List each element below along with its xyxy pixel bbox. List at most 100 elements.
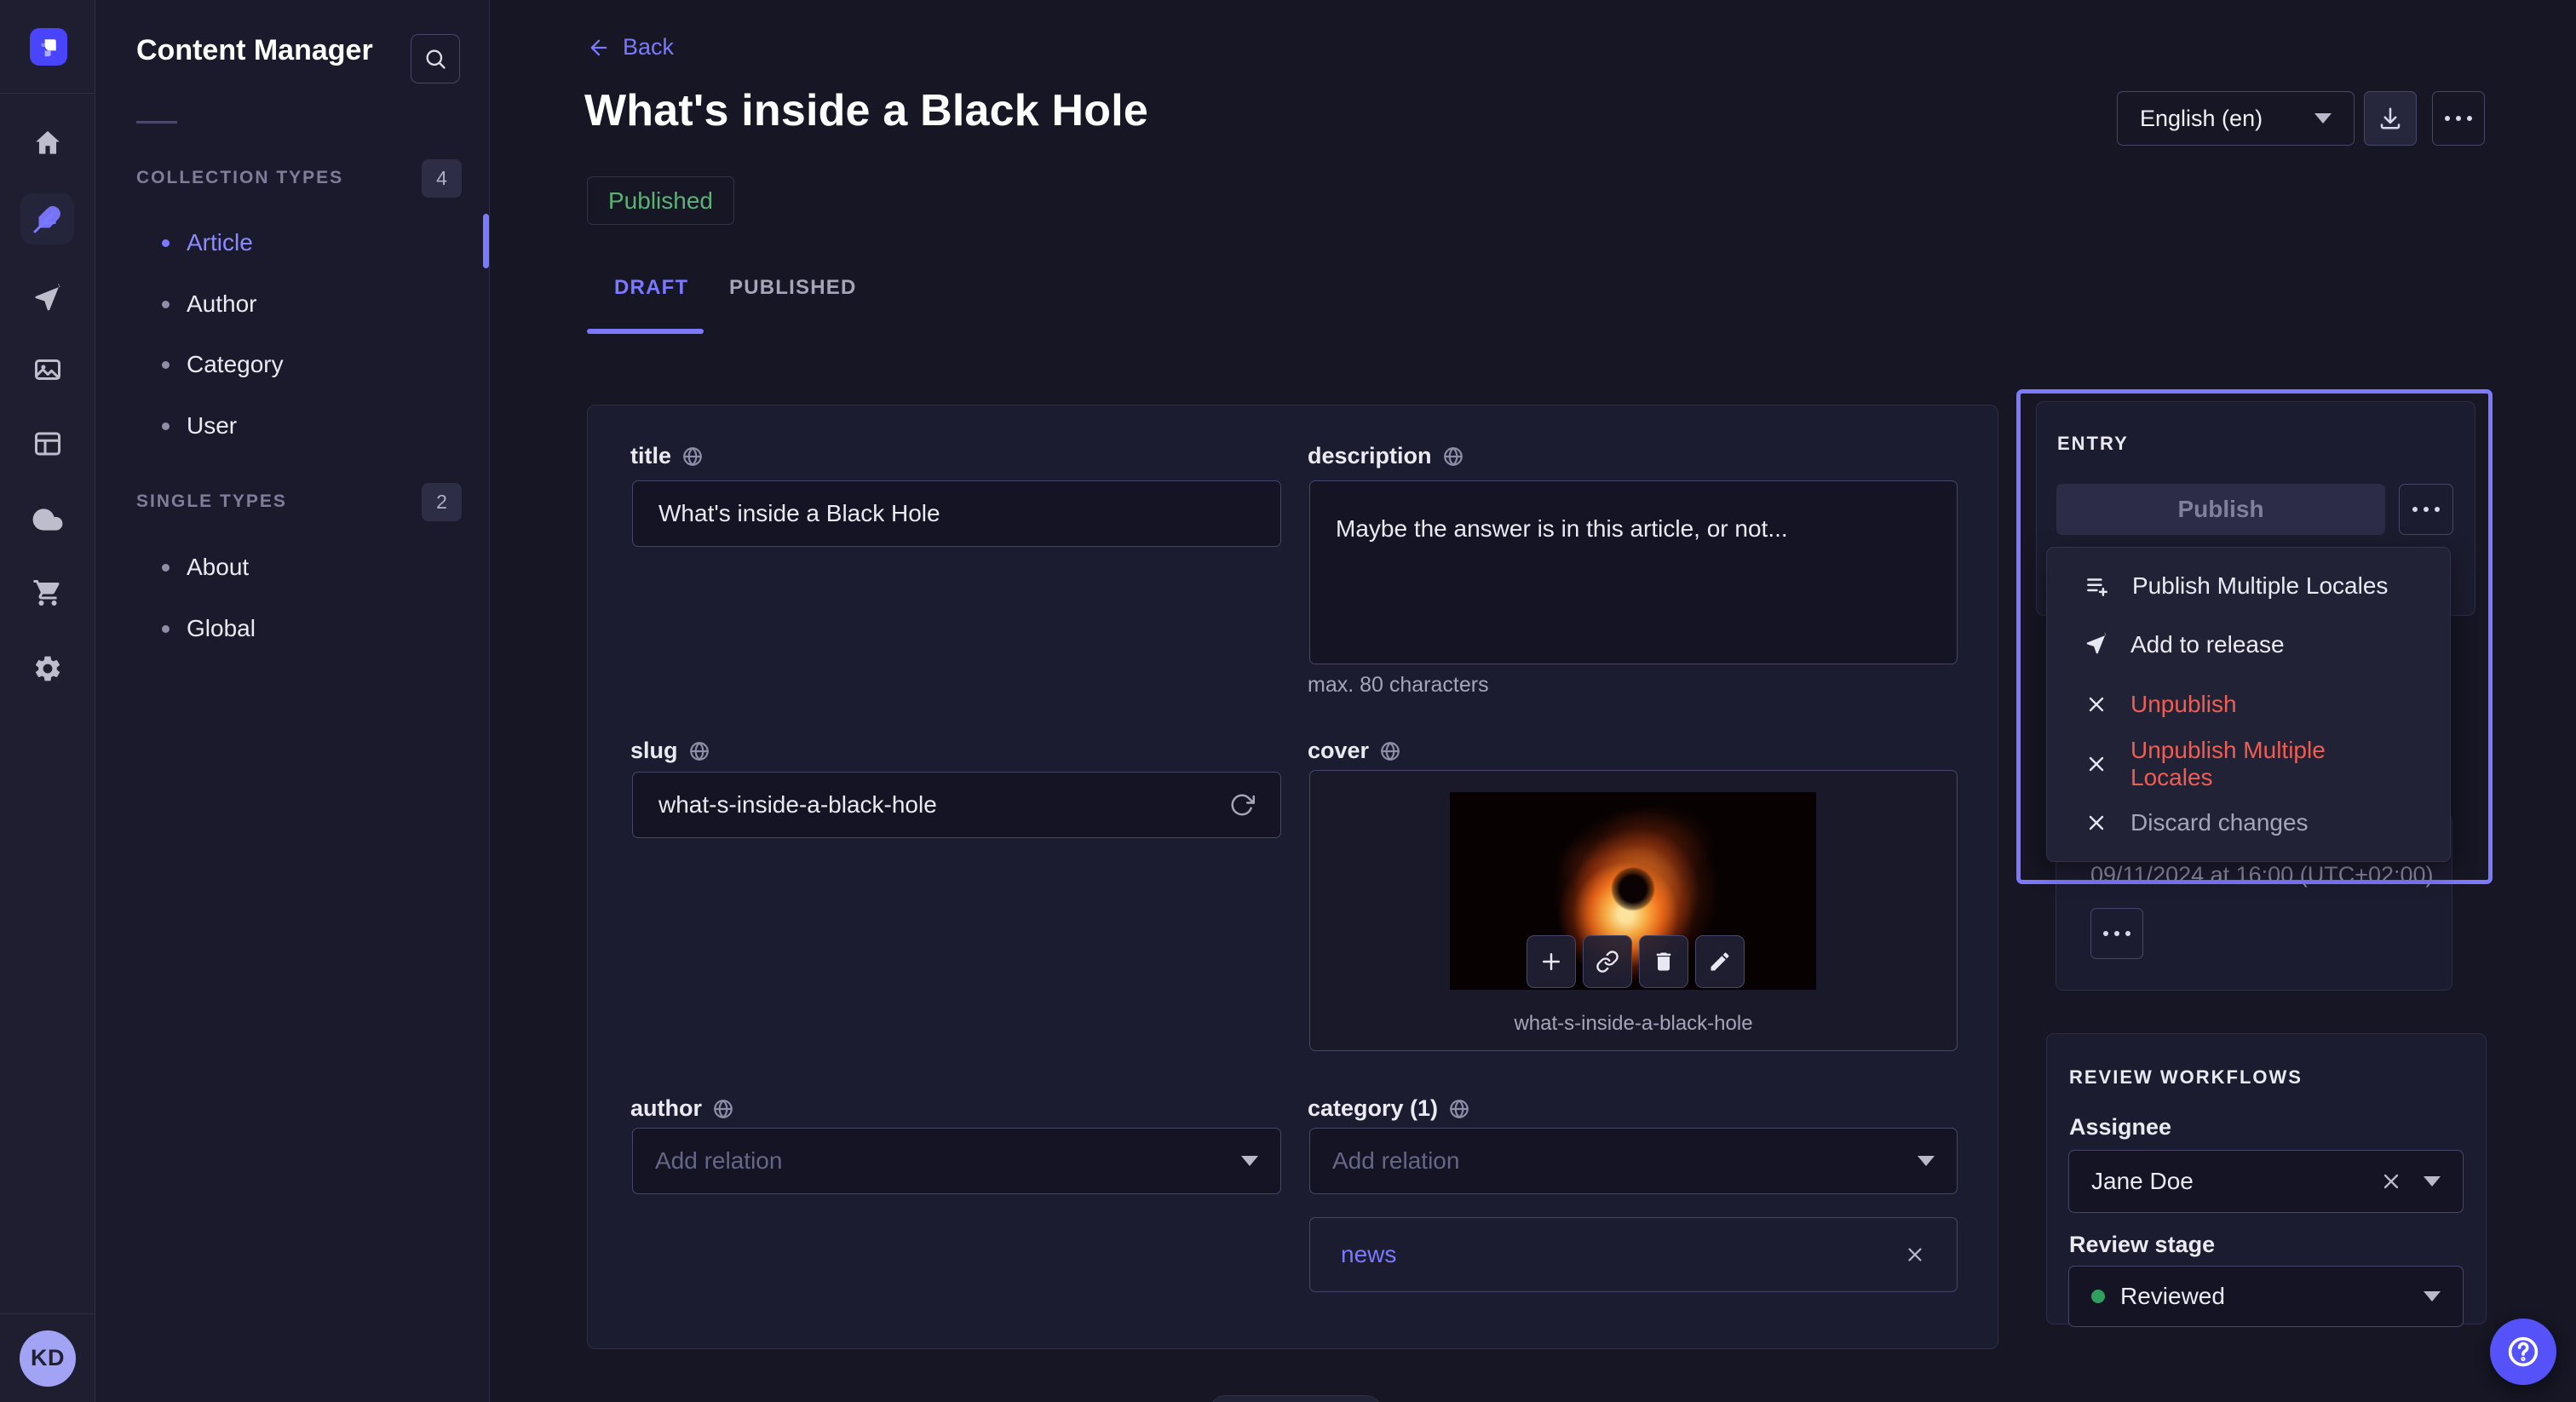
add-asset-button[interactable]	[1527, 935, 1576, 988]
rail-content-type-builder-button[interactable]	[0, 418, 95, 469]
sidebar-item-about[interactable]: About	[95, 537, 490, 598]
cloud-icon	[32, 503, 64, 536]
strapi-logo-icon	[36, 34, 61, 60]
header-more-button[interactable]	[2432, 91, 2485, 146]
publish-button[interactable]: Publish	[2056, 484, 2385, 535]
rail-deploy-button[interactable]	[0, 494, 95, 545]
globe-icon	[712, 1098, 734, 1120]
description-field-label: description	[1308, 443, 1464, 469]
rail-footer: KD	[0, 1313, 95, 1402]
paper-plane-icon	[32, 284, 63, 314]
rail-media-library-button[interactable]	[0, 344, 95, 395]
bullet-icon	[162, 239, 170, 247]
globe-icon	[1442, 445, 1464, 468]
user-avatar[interactable]: KD	[20, 1330, 76, 1387]
field-label-text: slug	[630, 738, 678, 764]
review-stage-select[interactable]: Reviewed	[2068, 1266, 2464, 1327]
author-relation-select[interactable]: Add relation	[632, 1128, 1281, 1194]
edit-asset-button[interactable]	[1695, 935, 1745, 988]
slug-input[interactable]: what-s-inside-a-black-hole	[632, 772, 1281, 838]
menu-item-label: Publish Multiple Locales	[2132, 572, 2388, 600]
nav-item-label: Article	[187, 229, 253, 256]
cover-field: what-s-inside-a-black-hole	[1309, 770, 1958, 1051]
globe-icon	[688, 740, 710, 762]
strapi-logo[interactable]	[30, 28, 67, 66]
category-relation-select[interactable]: Add relation	[1309, 1128, 1958, 1194]
entry-heading: ENTRY	[2057, 433, 2129, 455]
chevron-down-icon	[2424, 1291, 2441, 1301]
chevron-down-icon	[2424, 1176, 2441, 1187]
field-label-text: category (1)	[1308, 1095, 1438, 1122]
clear-assignee-button[interactable]	[2379, 1169, 2403, 1193]
help-button[interactable]	[2490, 1319, 2556, 1385]
delete-asset-button[interactable]	[1639, 935, 1688, 988]
menu-item-publish-multiple-locales[interactable]: Publish Multiple Locales	[2047, 556, 2450, 616]
bullet-icon	[162, 564, 170, 572]
scheduled-more-button[interactable]	[2090, 908, 2143, 959]
title-input-value: What's inside a Black Hole	[658, 500, 940, 527]
rail-settings-button[interactable]	[0, 643, 95, 694]
help-icon	[2504, 1333, 2542, 1370]
locale-select[interactable]: English (en)	[2117, 91, 2355, 146]
close-icon	[1904, 1244, 1926, 1266]
bullet-icon	[162, 301, 170, 308]
menu-item-unpublish-multiple-locales[interactable]: Unpublish Multiple Locales	[2047, 734, 2450, 794]
gear-icon	[32, 653, 63, 684]
back-label: Back	[623, 34, 674, 60]
tab-draft[interactable]: DRAFT	[614, 276, 688, 300]
entry-actions-menu: Publish Multiple Locales Add to release …	[2046, 547, 2451, 862]
remove-relation-button[interactable]	[1904, 1244, 1926, 1266]
description-value: Maybe the answer is in this article, or …	[1336, 515, 1788, 542]
bottom-peek-element	[1210, 1395, 1382, 1402]
rail-home-button[interactable]	[0, 118, 95, 169]
sidebar-item-user[interactable]: User	[95, 395, 490, 457]
ellipsis-icon	[2412, 507, 2440, 512]
plus-icon	[1538, 949, 1564, 974]
slug-input-value: what-s-inside-a-black-hole	[658, 791, 1229, 819]
copy-link-button[interactable]	[1583, 935, 1632, 988]
content-manager-subnav: Content Manager COLLECTION TYPES 4 Artic…	[95, 0, 490, 1402]
assignee-label: Assignee	[2069, 1114, 2171, 1141]
assignee-select[interactable]: Jane Doe	[2068, 1150, 2464, 1213]
cross-icon	[2084, 811, 2108, 835]
sidebar-item-article[interactable]: Article	[95, 212, 490, 273]
assignee-value: Jane Doe	[2091, 1168, 2194, 1195]
collection-types-heading: COLLECTION TYPES 4	[136, 158, 462, 198]
sidebar-item-category[interactable]: Category	[95, 334, 490, 395]
trash-icon	[1652, 950, 1676, 974]
rail-marketplace-button[interactable]	[0, 567, 95, 618]
sidebar-item-author[interactable]: Author	[95, 273, 490, 335]
tab-published[interactable]: PUBLISHED	[729, 276, 856, 300]
relation-news-link[interactable]: news	[1341, 1241, 1396, 1268]
rail-content-manager-button[interactable]	[20, 193, 74, 244]
rail-releases-button[interactable]	[0, 273, 95, 325]
export-button[interactable]	[2364, 91, 2417, 146]
regenerate-icon[interactable]	[1229, 792, 1255, 818]
cross-icon	[2084, 692, 2108, 716]
download-icon	[2378, 106, 2403, 131]
menu-item-add-to-release[interactable]: Add to release	[2047, 616, 2450, 675]
layout-icon	[32, 428, 63, 459]
subnav-search-button[interactable]	[411, 34, 460, 83]
rail-header	[0, 0, 95, 94]
active-item-indicator	[483, 214, 489, 268]
active-tab-underline	[587, 329, 704, 334]
sidebar-item-global[interactable]: Global	[95, 598, 490, 659]
close-icon	[2379, 1169, 2403, 1193]
app-window: KD Content Manager COLLECTION TYPES 4 Ar…	[0, 0, 2576, 1402]
back-link[interactable]: Back	[587, 34, 674, 60]
entry-form-card: title What's inside a Black Hole descrip…	[587, 405, 1998, 1349]
description-hint: max. 80 characters	[1308, 673, 1489, 698]
category-relation-item: news	[1309, 1217, 1958, 1292]
menu-item-discard-changes[interactable]: Discard changes	[2047, 793, 2450, 853]
review-workflows-panel: REVIEW WORKFLOWS Assignee Jane Doe Revie…	[2046, 1033, 2487, 1324]
entry-more-button[interactable]	[2399, 484, 2453, 535]
description-textarea[interactable]: Maybe the answer is in this article, or …	[1309, 480, 1958, 664]
ellipsis-icon	[2103, 931, 2130, 936]
title-input[interactable]: What's inside a Black Hole	[632, 480, 1281, 547]
globe-icon	[1448, 1098, 1470, 1120]
menu-item-label: Unpublish Multiple Locales	[2130, 737, 2412, 791]
link-icon	[1596, 950, 1619, 974]
menu-item-unpublish[interactable]: Unpublish	[2047, 675, 2450, 734]
nav-item-label: User	[187, 412, 237, 440]
